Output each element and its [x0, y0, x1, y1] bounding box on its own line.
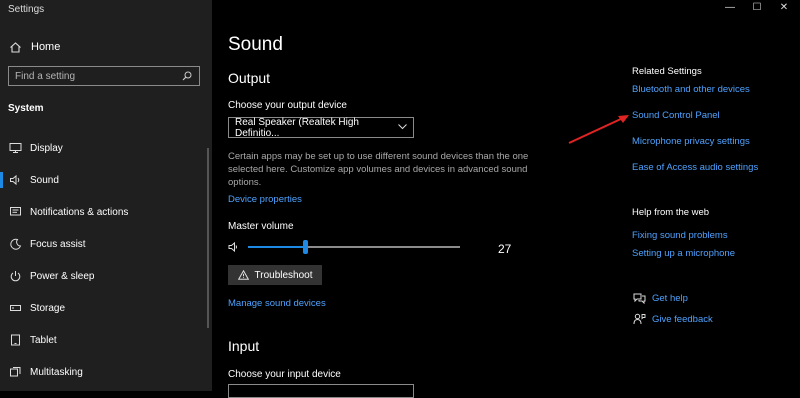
- sidebar-item-label: Power & sleep: [30, 270, 95, 282]
- volume-thumb[interactable]: [303, 240, 308, 254]
- master-volume-label: Master volume: [228, 221, 294, 232]
- speaker-icon[interactable]: [228, 240, 242, 254]
- nav-home-label: Home: [31, 41, 61, 53]
- display-icon: [8, 141, 22, 155]
- tablet-icon: [8, 333, 22, 347]
- sidebar-item-multitasking[interactable]: Multitasking: [0, 356, 212, 388]
- sidebar-item-label: Focus assist: [30, 238, 86, 250]
- setting-up-microphone-link[interactable]: Setting up a microphone: [632, 248, 735, 259]
- power-icon: [8, 269, 22, 283]
- get-help-icon: [632, 291, 646, 305]
- nav-home[interactable]: Home: [8, 38, 60, 56]
- warning-icon: [237, 270, 249, 280]
- sidebar-item-focus-assist[interactable]: Focus assist: [0, 228, 212, 260]
- input-device-dropdown[interactable]: [228, 384, 414, 398]
- volume-value: 27: [498, 242, 512, 256]
- ease-of-access-audio-link[interactable]: Ease of Access audio settings: [632, 162, 758, 173]
- get-help-link[interactable]: Get help: [632, 291, 688, 305]
- output-device-dropdown[interactable]: Real Speaker (Realtek High Definitio...: [228, 116, 414, 139]
- output-heading: Output: [228, 70, 271, 86]
- page-title: Sound: [228, 34, 283, 55]
- sound-control-panel-link[interactable]: Sound Control Panel: [632, 110, 720, 121]
- volume-fill: [248, 246, 305, 248]
- fixing-sound-link[interactable]: Fixing sound problems: [632, 230, 728, 241]
- output-description: Certain apps may be set up to use differ…: [228, 151, 529, 188]
- sidebar-item-label: Multitasking: [30, 366, 83, 378]
- sidebar-item-label: Display: [30, 142, 63, 154]
- give-feedback-link[interactable]: Give feedback: [632, 312, 713, 326]
- microphone-privacy-link[interactable]: Microphone privacy settings: [632, 136, 750, 147]
- moon-icon: [8, 237, 22, 251]
- sidebar-item-label: Tablet: [30, 334, 57, 346]
- output-device-value: Real Speaker (Realtek High Definitio...: [235, 116, 359, 139]
- troubleshoot-label: Troubleshoot: [254, 269, 313, 281]
- sidebar-item-label: Sound: [30, 174, 59, 186]
- home-icon: [8, 40, 22, 54]
- master-volume-slider[interactable]: [228, 240, 468, 254]
- device-properties-link[interactable]: Device properties: [228, 194, 302, 205]
- bluetooth-devices-link[interactable]: Bluetooth and other devices: [632, 84, 750, 95]
- get-help-label: Get help: [652, 292, 688, 304]
- input-device-label: Choose your input device: [228, 369, 341, 380]
- main-content: Sound Output Choose your output device R…: [212, 0, 800, 398]
- output-device-label: Choose your output device: [228, 100, 347, 111]
- feedback-icon: [632, 312, 646, 326]
- app-title: Settings: [8, 4, 45, 15]
- sidebar-item-sound[interactable]: Sound: [0, 164, 212, 196]
- help-heading: Help from the web: [632, 207, 710, 218]
- search-box[interactable]: [8, 66, 200, 86]
- sidebar-item-label: Notifications & actions: [30, 206, 129, 218]
- multitasking-icon: [8, 365, 22, 379]
- sidebar-item-tablet[interactable]: Tablet: [0, 324, 212, 356]
- sidebar: Settings Home System Display Sound: [0, 0, 212, 391]
- sidebar-item-label: Storage: [30, 302, 66, 314]
- input-heading: Input: [228, 338, 260, 354]
- section-label: System: [8, 103, 44, 114]
- give-feedback-label: Give feedback: [652, 313, 713, 325]
- sidebar-item-display[interactable]: Display: [0, 132, 212, 164]
- red-arrow-annotation: [568, 115, 629, 144]
- storage-icon: [8, 301, 22, 315]
- sidebar-item-notifications[interactable]: Notifications & actions: [0, 196, 212, 228]
- speaker-icon: [8, 173, 22, 187]
- sidebar-item-power-sleep[interactable]: Power & sleep: [0, 260, 212, 292]
- manage-sound-devices-link[interactable]: Manage sound devices: [228, 298, 326, 309]
- chevron-down-icon: [398, 122, 407, 133]
- notifications-icon: [8, 205, 22, 219]
- troubleshoot-button[interactable]: Troubleshoot: [228, 265, 322, 285]
- nav-list: Display Sound Notifications & actions Fo…: [0, 132, 212, 388]
- search-icon[interactable]: [179, 68, 195, 84]
- related-settings-heading: Related Settings: [632, 66, 702, 77]
- sidebar-scrollbar[interactable]: [207, 148, 209, 328]
- sidebar-item-storage[interactable]: Storage: [0, 292, 212, 324]
- search-input[interactable]: [9, 70, 179, 82]
